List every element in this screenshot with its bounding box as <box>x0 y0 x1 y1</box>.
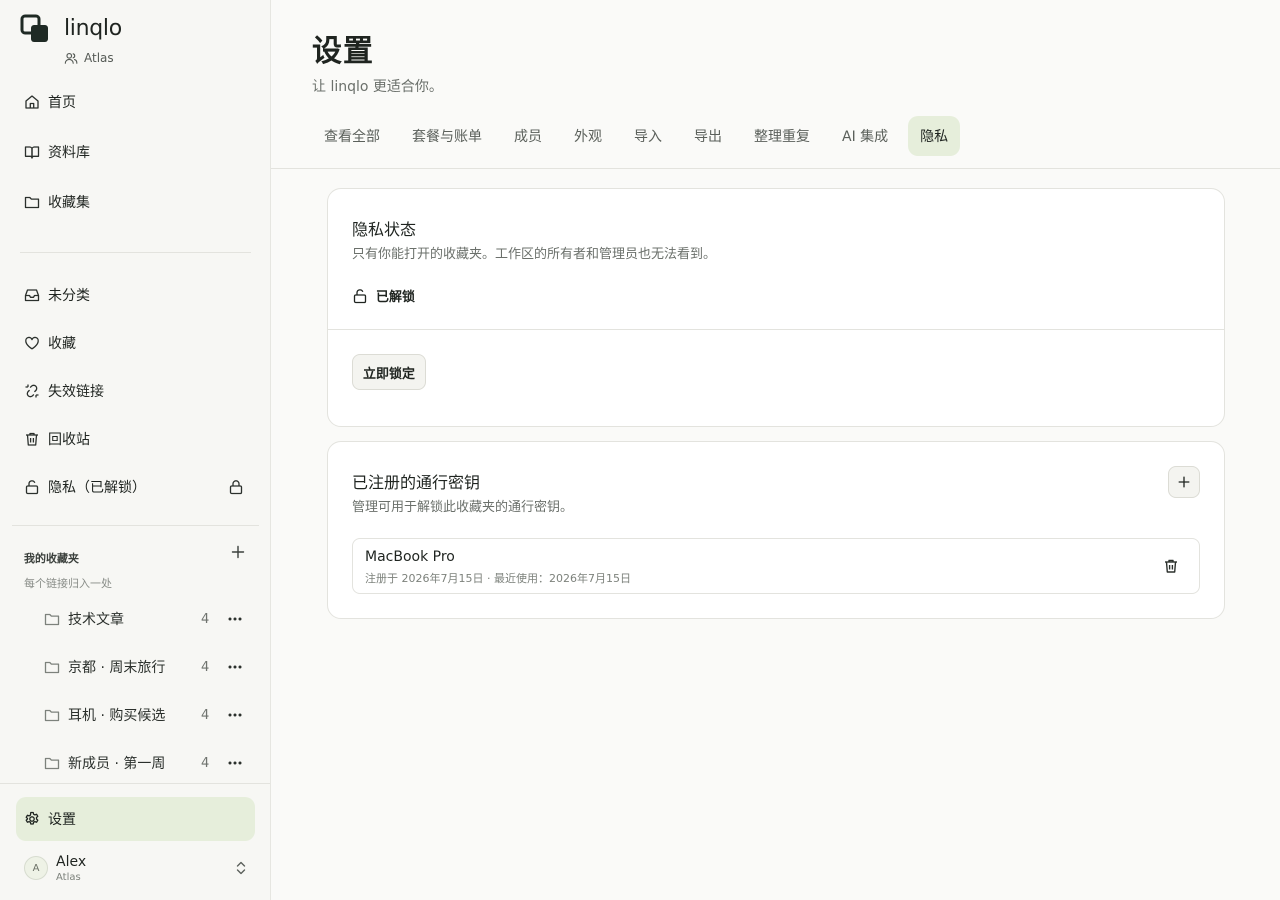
folder-icon <box>24 196 40 209</box>
nav-item-label: 收藏 <box>48 336 76 352</box>
passkeys-card: 已注册的通行密钥 管理可用于解锁此收藏夹的通行密钥。 MacBook Pro 注… <box>327 441 1225 619</box>
add-collection-icon[interactable] <box>230 544 246 560</box>
collection-count: 4 <box>201 755 210 771</box>
privacy-status-card: 隐私状态 只有你能打开的收藏夹。工作区的所有者和管理员也无法看到。 已解锁 立即… <box>327 188 1225 427</box>
lock-icon[interactable] <box>228 479 244 495</box>
lock-status: 已解锁 <box>352 286 415 305</box>
tab-ai-integration[interactable]: AI 集成 <box>830 116 900 156</box>
home-icon <box>25 95 39 109</box>
tab-dedupe[interactable]: 整理重复 <box>742 116 822 156</box>
passkeys-description: 管理可用于解锁此收藏夹的通行密钥。 <box>352 500 574 515</box>
plus-icon <box>1178 476 1190 488</box>
workspace-switcher[interactable]: Atlas <box>64 51 114 65</box>
book-open-icon <box>24 146 40 159</box>
tab-members[interactable]: 成员 <box>502 116 554 156</box>
tab-appearance[interactable]: 外观 <box>562 116 614 156</box>
collection-label: 耳机 · 购买候选 <box>68 708 166 724</box>
trash-icon[interactable] <box>1163 558 1179 574</box>
nav-item-broken-links[interactable]: 失效链接 <box>14 373 256 409</box>
more-horizontal-icon[interactable] <box>228 665 242 669</box>
page-subtitle: 让 linqlo 更适合你。 <box>312 79 443 95</box>
tab-import[interactable]: 导入 <box>622 116 674 156</box>
collection-item[interactable]: 耳机 · 购买候选 4 <box>44 703 254 727</box>
more-horizontal-icon[interactable] <box>228 713 242 717</box>
collection-count: 4 <box>201 707 210 723</box>
tab-all[interactable]: 查看全部 <box>312 116 392 156</box>
sidebar-divider <box>20 252 251 253</box>
nav-item-label: 收藏集 <box>48 195 90 211</box>
avatar: A <box>24 856 48 880</box>
trash-icon <box>26 432 38 446</box>
nav-item-uncategorized[interactable]: 未分类 <box>14 277 256 313</box>
nav-item-home[interactable]: 首页 <box>14 84 256 120</box>
folder-icon <box>44 757 60 770</box>
nav-item-collections[interactable]: 收藏集 <box>14 184 256 220</box>
lock-status-label: 已解锁 <box>376 290 416 305</box>
nav-item-label: 回收站 <box>48 432 90 448</box>
collections-title: 我的收藏夹 <box>24 552 79 565</box>
user-menu[interactable]: A Alex Atlas <box>24 854 256 888</box>
privacy-status-title: 隐私状态 <box>352 220 417 239</box>
collection-label: 新成员 · 第一周 <box>68 756 166 772</box>
gear-icon <box>25 811 39 825</box>
privacy-status-description: 只有你能打开的收藏夹。工作区的所有者和管理员也无法看到。 <box>352 247 717 262</box>
nav-item-trash[interactable]: 回收站 <box>14 421 256 457</box>
add-passkey-button[interactable] <box>1168 466 1200 498</box>
card-divider <box>328 329 1224 330</box>
collection-item[interactable]: 新成员 · 第一周 4 <box>44 751 254 775</box>
nav-item-label: 失效链接 <box>48 384 104 400</box>
more-horizontal-icon[interactable] <box>228 617 242 621</box>
collection-label: 京都 · 周末旅行 <box>68 660 166 676</box>
more-horizontal-icon[interactable] <box>228 761 242 765</box>
nav-item-private[interactable]: 隐私（已解锁） <box>14 469 256 505</box>
folder-icon <box>44 613 60 626</box>
nav-item-label: 隐私（已解锁） <box>48 480 146 496</box>
passkey-name: MacBook Pro <box>365 549 455 565</box>
collection-count: 4 <box>201 659 210 675</box>
heart-icon <box>25 336 39 350</box>
brand[interactable]: linqlo <box>20 14 122 44</box>
nav-item-library[interactable]: 资料库 <box>14 134 256 170</box>
nav-item-label: 资料库 <box>48 145 90 161</box>
folder-icon <box>44 661 60 674</box>
passkeys-title: 已注册的通行密钥 <box>352 473 481 492</box>
passkey-meta: 注册于 2026年7月15日 · 最近使用：2026年7月15日 <box>365 572 631 585</box>
collection-item[interactable]: 技术文章 4 <box>44 607 254 631</box>
folder-icon <box>44 709 60 722</box>
chevrons-up-down-icon[interactable] <box>234 860 248 876</box>
nav-item-favorites[interactable]: 收藏 <box>14 325 256 361</box>
tab-export[interactable]: 导出 <box>682 116 734 156</box>
sidebar-divider <box>12 525 259 526</box>
sidebar-footer: 设置 A Alex Atlas <box>0 783 270 900</box>
collections-subtitle: 每个链接归入一处 <box>24 577 112 590</box>
logo-icon <box>20 14 48 42</box>
tabs-divider <box>271 168 1280 169</box>
collections-header: 我的收藏夹 每个链接归入一处 <box>24 545 248 591</box>
app-name: linqlo <box>64 16 122 41</box>
collection-item[interactable]: 京都 · 周末旅行 4 <box>44 655 254 679</box>
sidebar: linqlo Atlas 首页 资料库 收藏集 未分类 收藏 失效链接 回收站 … <box>0 0 271 900</box>
nav-item-settings[interactable]: 设置 <box>16 797 255 841</box>
users-icon <box>64 52 78 64</box>
collection-label: 技术文章 <box>68 612 124 628</box>
unlock-icon <box>353 288 367 303</box>
main-content: 设置 让 linqlo 更适合你。 查看全部 套餐与账单 成员 外观 导入 导出… <box>271 0 1280 900</box>
tab-plan-billing[interactable]: 套餐与账单 <box>400 116 494 156</box>
nav-item-label: 首页 <box>48 95 76 111</box>
nav-item-label: 未分类 <box>48 288 90 304</box>
page-title: 设置 <box>312 34 374 69</box>
broken-link-icon <box>25 384 39 398</box>
lock-now-button[interactable]: 立即锁定 <box>352 354 427 390</box>
collection-count: 4 <box>201 611 210 627</box>
settings-label: 设置 <box>48 812 76 828</box>
user-workspace: Atlas <box>56 872 81 883</box>
settings-tabs: 查看全部 套餐与账单 成员 外观 导入 导出 整理重复 AI 集成 隐私 <box>312 116 968 156</box>
unlock-icon <box>25 480 39 495</box>
user-name: Alex <box>56 854 87 870</box>
inbox-icon <box>24 289 40 302</box>
passkey-item: MacBook Pro 注册于 2026年7月15日 · 最近使用：2026年7… <box>352 538 1200 594</box>
workspace-name: Atlas <box>84 51 114 65</box>
tab-privacy[interactable]: 隐私 <box>908 116 961 156</box>
